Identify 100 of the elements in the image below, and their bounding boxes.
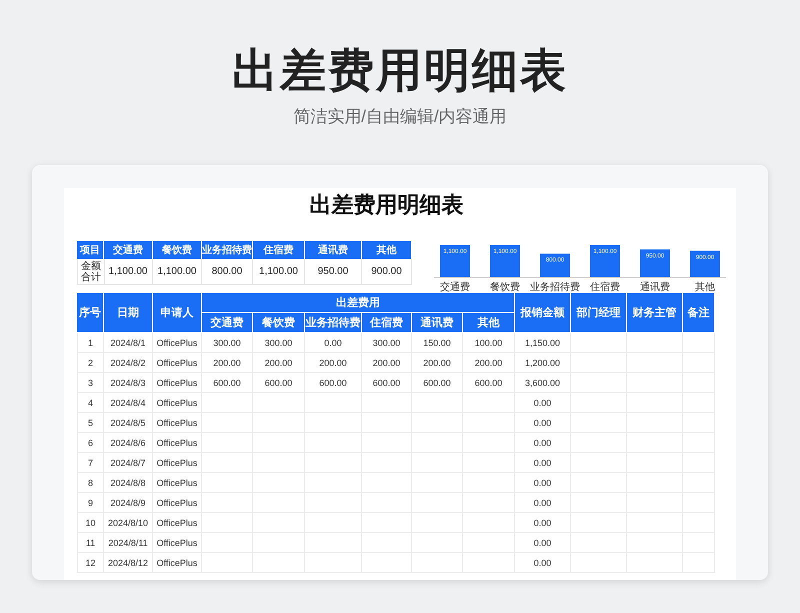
table-cell: 600.00 [202, 373, 253, 393]
table-cell: 1 [77, 333, 104, 353]
table-cell: 2024/8/6 [104, 433, 153, 453]
table-header-cell: 部门经理 [571, 293, 627, 333]
table-cell: OfficePlus [153, 393, 202, 413]
table-header-cell: 业务招待费 [305, 313, 362, 333]
table-cell: 6 [77, 433, 104, 453]
table-cell: OfficePlus [153, 453, 202, 473]
table-header-cell: 通讯费 [305, 241, 362, 259]
table-cell: 1,150.00 [515, 333, 571, 353]
table-cell: 300.00 [362, 333, 412, 353]
axis-label: 交通费 [440, 282, 470, 293]
table-cell: 200.00 [412, 353, 463, 373]
table-header-cell: 其他 [463, 313, 515, 333]
table-cell: 2024/8/3 [104, 373, 153, 393]
table-cell: 2024/8/8 [104, 473, 153, 493]
table-cell: 1,100.00 [104, 259, 153, 285]
table-cell: 0.00 [515, 513, 571, 533]
table-header-cell: 住宿费 [253, 241, 305, 259]
axis-label: 业务招待费 [530, 282, 580, 293]
table-cell: 300.00 [253, 333, 305, 353]
table-header-cell: 交通费 [104, 241, 153, 259]
table-cell: 0.00 [305, 333, 362, 353]
table-cell: 950.00 [305, 259, 362, 285]
table-cell: 5 [77, 413, 104, 433]
table-cell: 100.00 [463, 333, 515, 353]
table-cell: OfficePlus [153, 353, 202, 373]
table-cell: 1,100.00 [153, 259, 202, 285]
table-cell: 200.00 [463, 353, 515, 373]
axis-label: 餐饮费 [490, 282, 520, 293]
table-cell: 3,600.00 [515, 373, 571, 393]
table-cell: 0.00 [515, 413, 571, 433]
table-cell: 10 [77, 513, 104, 533]
table-header-cell: 财务主管 [627, 293, 683, 333]
table-cell: 600.00 [362, 373, 412, 393]
table-cell: OfficePlus [153, 553, 202, 573]
table-cell: OfficePlus [153, 433, 202, 453]
bar [540, 254, 570, 277]
bar [590, 245, 620, 277]
table-cell: OfficePlus [153, 533, 202, 553]
table-cell: 12 [77, 553, 104, 573]
table-cell: 11 [77, 533, 104, 553]
table-cell: 3 [77, 373, 104, 393]
axis-label: 其他 [695, 282, 715, 293]
table-cell: 1,200.00 [515, 353, 571, 373]
axis-label: 住宿费 [590, 282, 620, 293]
table-cell: 200.00 [362, 353, 412, 373]
table-cell: 4 [77, 393, 104, 413]
table-cell: 2024/8/12 [104, 553, 153, 573]
table-header-cell: 其他 [362, 241, 412, 259]
table-header-cell: 业务招待费 [202, 241, 253, 259]
table-cell: 0.00 [515, 433, 571, 453]
table-cell: 150.00 [412, 333, 463, 353]
table-cell: 2024/8/5 [104, 413, 153, 433]
axis-label: 通讯费 [640, 282, 670, 293]
table-header-cell: 餐饮费 [153, 241, 202, 259]
table-cell: 900.00 [362, 259, 412, 285]
table-cell: 2024/8/4 [104, 393, 153, 413]
table-cell: 2024/8/10 [104, 513, 153, 533]
table-cell: 600.00 [463, 373, 515, 393]
table-header-cell: 报销金额 [515, 293, 571, 333]
table-cell: 1,100.00 [253, 259, 305, 285]
table-cell: 200.00 [305, 353, 362, 373]
bar [640, 249, 670, 277]
page-title: 出差费用明细表 [231, 44, 569, 96]
table-cell: OfficePlus [153, 513, 202, 533]
table-cell: 0.00 [515, 453, 571, 473]
table-cell: 2 [77, 353, 104, 373]
table-cell: 800.00 [202, 259, 253, 285]
table-header-cell: 序号 [77, 293, 104, 333]
row-label: 金额合计 [77, 259, 105, 285]
table-cell: 9 [77, 493, 104, 513]
bar [490, 245, 520, 277]
table-cell: OfficePlus [153, 413, 202, 433]
table-cell: 200.00 [202, 353, 253, 373]
table-cell: 300.00 [202, 333, 253, 353]
table-cell: OfficePlus [153, 333, 202, 353]
table-cell: 0.00 [515, 553, 571, 573]
table-cell [571, 333, 627, 353]
bar [690, 250, 720, 277]
table-header-cell: 交通费 [202, 313, 253, 333]
table-header-cell: 通讯费 [412, 313, 463, 333]
table-cell: OfficePlus [153, 373, 202, 393]
table-cell: 2024/8/2 [104, 353, 153, 373]
table-cell: 7 [77, 453, 104, 473]
table-cell: 600.00 [305, 373, 362, 393]
table-header-cell: 日期 [104, 293, 153, 333]
table-cell: 600.00 [412, 373, 463, 393]
table-header-cell: 备注 [683, 293, 715, 333]
table-cell: 200.00 [253, 353, 305, 373]
table-cell: OfficePlus [153, 473, 202, 493]
table-cell: 2024/8/9 [104, 493, 153, 513]
table-header-cell: 出差费用 [202, 293, 515, 313]
table-cell [627, 333, 683, 353]
table-cell: OfficePlus [153, 493, 202, 513]
table-cell: 600.00 [253, 373, 305, 393]
table-cell: 2024/8/1 [104, 333, 153, 353]
table-cell: 0.00 [515, 393, 571, 413]
table-cell: 2024/8/7 [104, 453, 153, 473]
table-header-cell: 住宿费 [362, 313, 412, 333]
